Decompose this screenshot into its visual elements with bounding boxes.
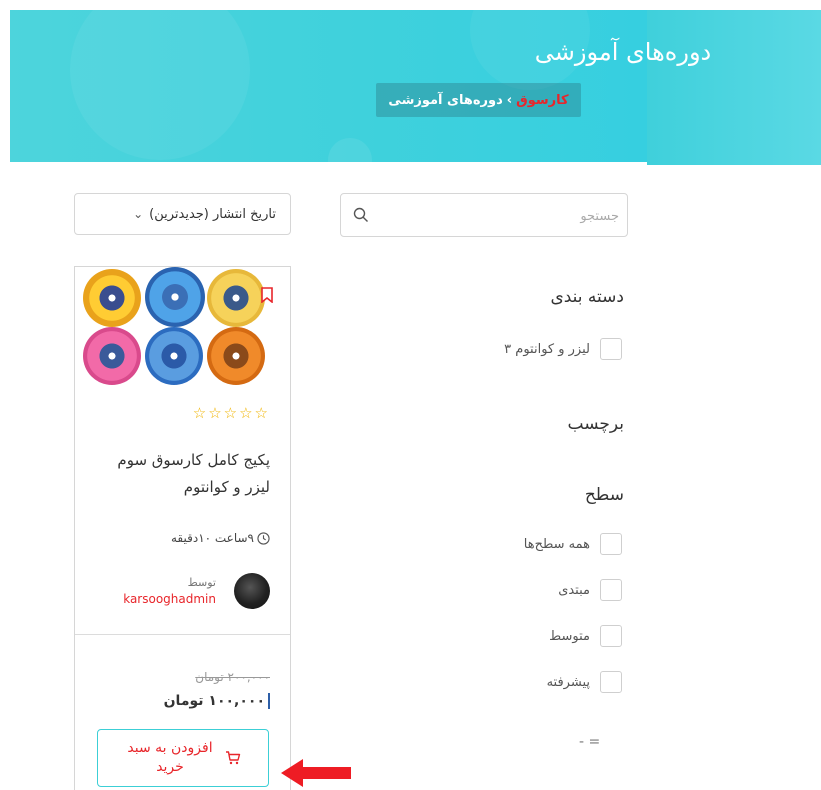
sort-selected-value: تاریخ انتشار (جدیدترین) — [149, 206, 276, 222]
divider — [75, 634, 290, 635]
course-title[interactable]: پکیج کامل کارسوق سوم لیزر و کوانتوم — [90, 447, 270, 501]
level-option-label: همه سطح‌ها — [523, 536, 590, 552]
course-thumbnail[interactable] — [79, 267, 269, 389]
sort-dropdown[interactable]: تاریخ انتشار (جدیدترین) ⌄ — [74, 193, 291, 235]
breadcrumb-current: دوره‌های آموزشی — [388, 92, 503, 108]
level-title-text: سطح — [584, 485, 624, 505]
checkbox[interactable] — [600, 338, 622, 360]
level-option-label: مبتدی — [558, 582, 590, 598]
search-input[interactable] — [377, 202, 621, 230]
checkbox[interactable] — [600, 533, 622, 555]
author-name-link[interactable]: karsooghadmin — [123, 592, 216, 606]
checkbox[interactable] — [600, 579, 622, 601]
category-title-text: دسته بندی — [550, 287, 624, 307]
disc-image — [83, 327, 141, 385]
level-option[interactable]: پیشرفته — [547, 671, 622, 693]
breadcrumb-home-link[interactable]: کارسوق — [516, 93, 568, 108]
level-option[interactable]: مبتدی — [558, 579, 622, 601]
level-option[interactable]: همه سطح‌ها — [524, 533, 622, 555]
search-box — [340, 193, 628, 237]
chevron-down-icon: ⌄ — [133, 207, 144, 221]
tag-title-text: برچسب — [567, 414, 624, 434]
arrow-left-icon — [281, 759, 351, 787]
disc-image — [145, 327, 203, 385]
level-option-label: متوسط — [549, 628, 590, 644]
breadcrumb-separator: › — [506, 92, 513, 108]
course-duration: ۹ساعت ۱۰دقیقه — [171, 531, 270, 545]
disc-image — [83, 269, 141, 327]
category-option-label: لیزر و کوانتوم ۳ — [504, 341, 590, 357]
hero-edge — [647, 10, 821, 165]
course-author: توسط karsooghadmin — [90, 573, 270, 613]
duration-text: ۹ساعت ۱۰دقیقه — [170, 531, 254, 545]
page-title: دوره‌های آموزشی — [534, 38, 712, 66]
cart-icon — [226, 751, 241, 765]
category-option[interactable]: لیزر و کوانتوم ۳ — [504, 338, 622, 360]
collapsed-filter-toggle[interactable]: - = — [579, 734, 600, 750]
level-option-label: پیشرفته — [546, 674, 590, 690]
current-price: ۱۰۰,۰۰۰ تومان — [164, 693, 270, 709]
old-price: ۲۰۰,۰۰۰ تومان — [195, 670, 270, 684]
level-filter-title: سطح — [585, 485, 624, 505]
rating-stars: ☆☆☆☆☆ — [192, 404, 270, 422]
add-to-cart-label: افزودن به سبد خرید — [127, 740, 213, 775]
tag-filter-title: برچسب — [568, 414, 624, 434]
disc-image — [207, 269, 265, 327]
disc-image — [145, 267, 205, 327]
add-to-cart-button[interactable]: افزودن به سبد خرید — [97, 729, 269, 787]
search-icon[interactable] — [353, 207, 369, 223]
level-option[interactable]: متوسط — [549, 625, 622, 647]
avatar[interactable] — [234, 573, 270, 609]
course-card: ☆☆☆☆☆ پکیج کامل کارسوق سوم لیزر و کوانتو… — [74, 266, 291, 790]
checkbox[interactable] — [600, 625, 622, 647]
clock-icon — [257, 531, 270, 545]
breadcrumb: کارسوق › دوره‌های آموزشی — [376, 83, 581, 117]
disc-image — [207, 327, 265, 385]
checkbox[interactable] — [600, 671, 622, 693]
author-prefix: توسط — [187, 576, 216, 589]
bookmark-icon[interactable] — [260, 287, 274, 303]
category-filter-title: دسته بندی — [550, 287, 624, 307]
